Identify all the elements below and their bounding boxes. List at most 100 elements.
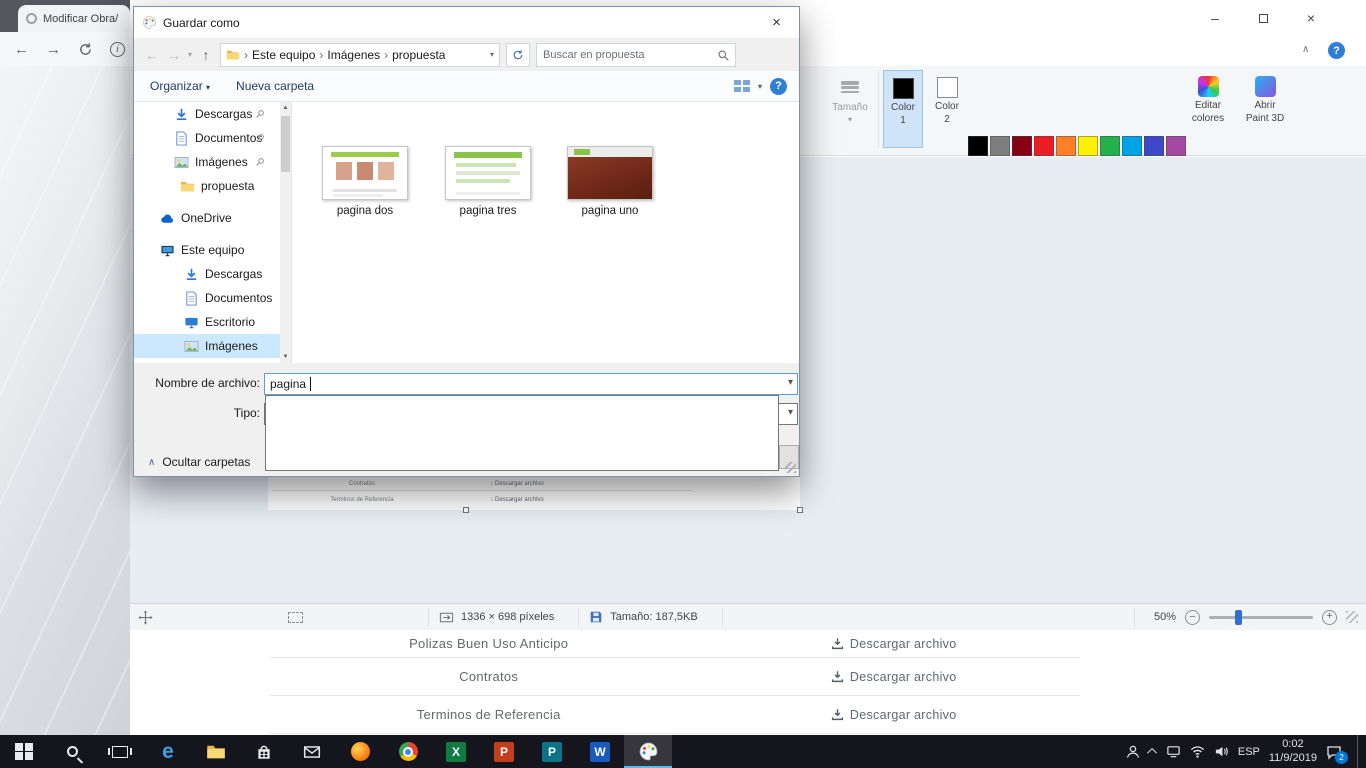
taskbar-clock[interactable]: 0:02 11/9/2019 xyxy=(1269,738,1317,766)
people-icon[interactable] xyxy=(1125,744,1141,760)
sidebar-item-descargas-pc[interactable]: Descargas xyxy=(134,262,280,286)
sidebar-item-documentos-pc[interactable]: Documentos xyxy=(134,286,280,310)
palette-color[interactable] xyxy=(1034,136,1054,156)
sidebar-item-propuesta[interactable]: propuesta xyxy=(134,174,280,198)
taskbar-paint[interactable] xyxy=(624,735,672,768)
dialog-resize-grip[interactable] xyxy=(785,462,796,473)
taskbar-mail[interactable] xyxy=(288,735,336,768)
organize-button[interactable]: Organizar ▾ xyxy=(150,79,210,93)
resize-handle-bottom-center[interactable] xyxy=(463,507,469,513)
browser-forward-icon[interactable]: → xyxy=(46,41,61,58)
help-icon[interactable]: ? xyxy=(770,78,787,95)
action-center-button[interactable]: 2 xyxy=(1326,744,1342,760)
scroll-up-icon[interactable]: ▲ xyxy=(280,102,291,114)
sidebar-item-imagenes-pc[interactable]: Imágenes xyxy=(134,334,280,358)
sidebar-item-imagenes[interactable]: Imágenes xyxy=(134,150,280,174)
file-item[interactable]: pagina uno xyxy=(564,146,656,217)
filename-input[interactable]: pagina ▾ xyxy=(264,373,798,395)
palette-color[interactable] xyxy=(968,136,988,156)
up-icon[interactable]: ↑ xyxy=(198,47,214,63)
scroll-down-icon[interactable]: ▼ xyxy=(280,351,291,363)
browser-tab[interactable]: Modificar Obra/ xyxy=(18,5,130,32)
taskbar-file-explorer[interactable] xyxy=(192,735,240,768)
address-dropdown-icon[interactable]: ▾ xyxy=(490,50,494,59)
open-paint3d-button[interactable]: AbrirPaint 3D xyxy=(1238,70,1292,148)
zoom-slider[interactable] xyxy=(1209,616,1313,619)
scrollbar-thumb[interactable] xyxy=(281,116,290,172)
taskbar-word[interactable]: W xyxy=(576,735,624,768)
view-dropdown-icon[interactable]: ▾ xyxy=(758,82,762,91)
type-dropdown-list[interactable] xyxy=(265,395,779,471)
taskbar-store[interactable] xyxy=(240,735,288,768)
taskbar-firefox[interactable] xyxy=(336,735,384,768)
dialog-close-button[interactable]: × xyxy=(754,7,799,38)
palette-color[interactable] xyxy=(1012,136,1032,156)
zoom-slider-thumb[interactable] xyxy=(1235,610,1242,625)
breadcrumb-item[interactable]: Imágenes xyxy=(327,48,380,62)
resize-handle-bottom-right[interactable] xyxy=(797,507,803,513)
address-bar[interactable]: › Este equipo › Imágenes › propuesta ▾ xyxy=(220,43,500,67)
hide-folders-button[interactable]: ∧ Ocultar carpetas xyxy=(148,455,250,469)
forward-icon[interactable]: → xyxy=(166,47,182,63)
sidebar-item-documentos[interactable]: Documentos xyxy=(134,126,280,150)
wifi-icon[interactable] xyxy=(1190,744,1205,759)
palette-color[interactable] xyxy=(1166,136,1186,156)
close-button[interactable]: × xyxy=(1294,6,1328,30)
volume-icon[interactable] xyxy=(1214,744,1229,759)
download-link[interactable]: Descargar archivo xyxy=(707,670,1080,684)
palette-color[interactable] xyxy=(1100,136,1120,156)
sidebar-item-onedrive[interactable]: OneDrive xyxy=(134,206,280,230)
palette-color[interactable] xyxy=(1078,136,1098,156)
sidebar-item-descargas[interactable]: Descargas xyxy=(134,102,280,126)
breadcrumb-item[interactable]: propuesta xyxy=(392,48,445,62)
history-dropdown-icon[interactable]: ▾ xyxy=(188,50,192,59)
file-item[interactable]: pagina dos xyxy=(319,146,411,217)
paint-help-icon[interactable]: ? xyxy=(1328,42,1345,59)
language-indicator[interactable]: ESP xyxy=(1238,746,1260,758)
dialog-titlebar[interactable]: Guardar como xyxy=(134,7,799,38)
task-view-button[interactable] xyxy=(96,735,144,768)
sidebar-item-escritorio[interactable]: Escritorio xyxy=(134,310,280,334)
type-dropdown-icon[interactable]: ▾ xyxy=(788,407,793,418)
network-icon[interactable] xyxy=(1166,744,1181,759)
browser-refresh-icon[interactable] xyxy=(78,42,93,57)
palette-color[interactable] xyxy=(1056,136,1076,156)
taskbar-powerpoint[interactable]: P xyxy=(480,735,528,768)
taskbar-publisher[interactable]: P xyxy=(528,735,576,768)
new-folder-button[interactable]: Nueva carpeta xyxy=(236,79,314,93)
file-list[interactable]: pagina dos pagina tres pagina uno xyxy=(291,102,799,363)
maximize-button[interactable] xyxy=(1246,6,1280,30)
sidebar-item-este-equipo[interactable]: Este equipo xyxy=(134,238,280,262)
back-icon[interactable]: ← xyxy=(144,47,160,63)
palette-color[interactable] xyxy=(990,136,1010,156)
download-link[interactable]: Descargar archivo xyxy=(707,708,1080,722)
search-input[interactable] xyxy=(537,44,735,66)
taskbar-chrome[interactable] xyxy=(384,735,432,768)
collapse-ribbon-icon[interactable]: ∧ xyxy=(1302,44,1309,55)
window-resize-grip[interactable] xyxy=(1346,611,1358,623)
taskbar-search-button[interactable] xyxy=(48,735,96,768)
zoom-out-button[interactable]: – xyxy=(1185,610,1200,625)
show-desktop-button[interactable] xyxy=(1357,735,1362,768)
color1-button[interactable]: Color1 xyxy=(883,70,923,148)
zoom-in-button[interactable]: + xyxy=(1322,610,1337,625)
download-link[interactable]: Descargar archivo xyxy=(707,637,1080,651)
palette-color[interactable] xyxy=(1122,136,1142,156)
file-item[interactable]: pagina tres xyxy=(442,146,534,217)
taskbar-excel[interactable]: X xyxy=(432,735,480,768)
browser-back-icon[interactable]: ← xyxy=(14,41,29,58)
taskbar-edge[interactable]: e xyxy=(144,735,192,768)
start-button[interactable] xyxy=(0,735,48,768)
edit-colors-button[interactable]: Editarcolores xyxy=(1185,70,1231,148)
change-view-icon[interactable] xyxy=(734,80,750,92)
size-button[interactable]: Tamaño ▾ xyxy=(827,70,873,148)
refresh-button[interactable] xyxy=(506,43,530,67)
color2-button[interactable]: Color2 xyxy=(927,70,967,148)
page-info-icon[interactable]: i xyxy=(110,42,125,57)
search-box[interactable] xyxy=(536,43,736,67)
filename-dropdown-icon[interactable]: ▾ xyxy=(788,377,793,388)
minimize-button[interactable]: – xyxy=(1198,6,1232,30)
sidebar-scrollbar[interactable]: ▲ ▼ xyxy=(280,102,291,363)
palette-color[interactable] xyxy=(1144,136,1164,156)
hidden-icons-chevron[interactable] xyxy=(1147,748,1157,758)
